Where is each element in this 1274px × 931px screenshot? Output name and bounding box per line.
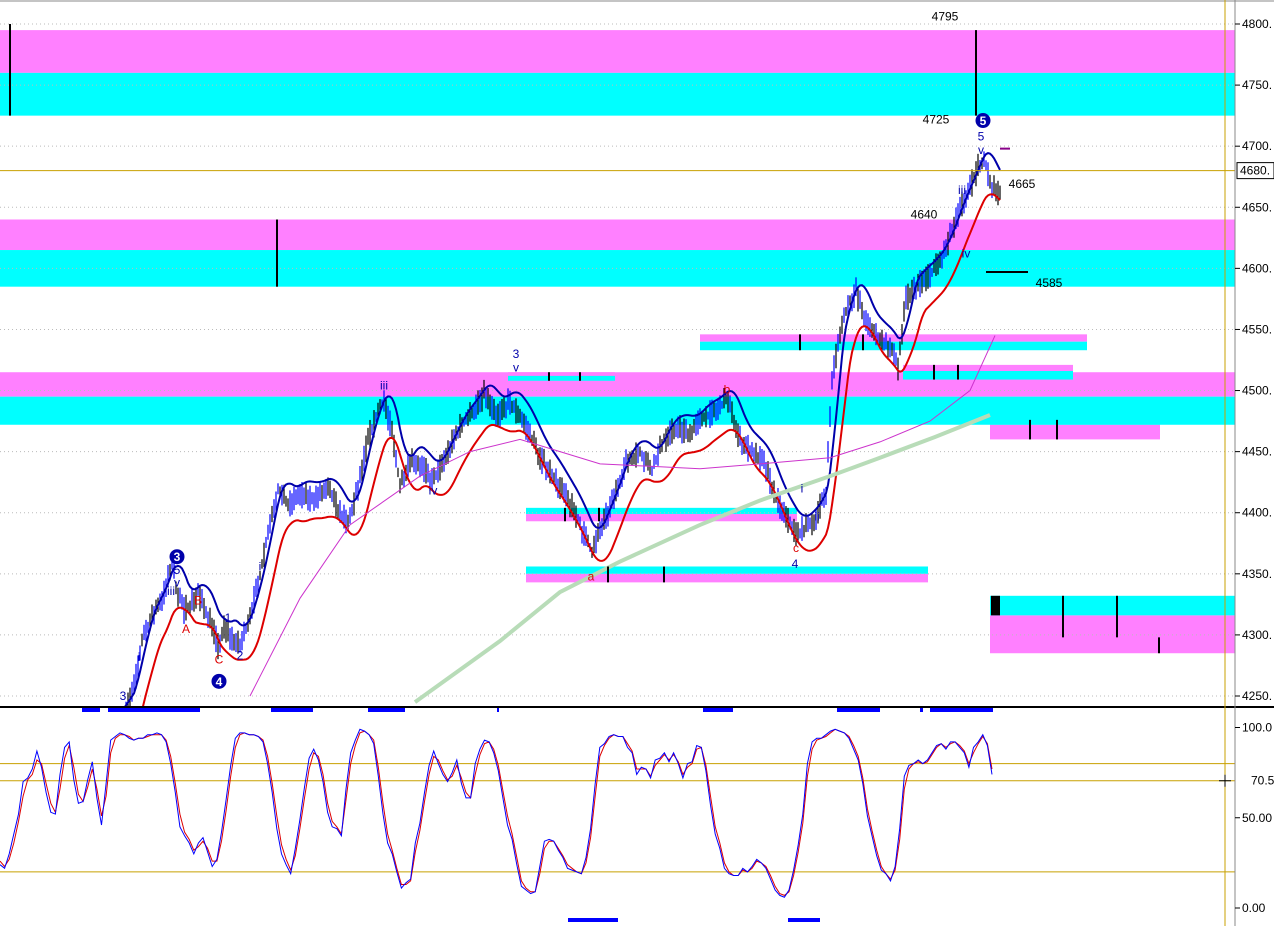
wave-label: ii bbox=[814, 509, 819, 523]
chart-svg: 4800.4750.4700.4650.4600.4550.4500.4450.… bbox=[0, 0, 1274, 926]
wave-label: iii bbox=[958, 183, 966, 197]
wave-label: iii bbox=[167, 584, 175, 598]
wave-label: 5 bbox=[980, 114, 987, 128]
price-tick-label: 4700. bbox=[1242, 139, 1272, 153]
zone-1-magenta bbox=[0, 219, 1235, 251]
price-annotation: 4795 bbox=[932, 10, 959, 24]
last-price-label: 4680. bbox=[1240, 164, 1270, 178]
price-annotation: 4585 bbox=[1036, 276, 1063, 290]
price-tick-label: 4600. bbox=[1242, 261, 1272, 275]
zone-0-magenta bbox=[0, 30, 1235, 73]
range-marker-block bbox=[991, 595, 1000, 616]
price-tick-label: 4450. bbox=[1242, 445, 1272, 459]
wave-label: 4 bbox=[216, 675, 223, 689]
zone-6-magenta bbox=[990, 424, 1160, 440]
price-tick-label: 4750. bbox=[1242, 78, 1272, 92]
price-tick-label: 4300. bbox=[1242, 628, 1272, 642]
price-tick-label: 4550. bbox=[1242, 322, 1272, 336]
wave-label: v bbox=[513, 360, 519, 374]
wave-label: C bbox=[215, 652, 224, 666]
osc-tick-label: 100.0 bbox=[1242, 721, 1272, 735]
price-annotation: 4640 bbox=[911, 208, 938, 222]
wave-label: c bbox=[793, 541, 799, 555]
wave-label: 4 bbox=[792, 557, 799, 571]
zone-9-cyan bbox=[990, 595, 1235, 616]
osc-tick-label: 0.00 bbox=[1242, 901, 1266, 915]
zone-0-cyan bbox=[0, 72, 1235, 116]
wave-label: 2 bbox=[237, 649, 244, 663]
wave-label: i bbox=[259, 559, 262, 573]
wave-label: iv bbox=[962, 247, 971, 261]
osc-current-label: 70.5 bbox=[1251, 774, 1274, 788]
zone-5-magenta bbox=[508, 372, 615, 376]
zone-6-cyan bbox=[990, 419, 1160, 425]
zone-5-cyan bbox=[508, 375, 615, 381]
wave-label: 3 bbox=[120, 689, 127, 703]
zone-3-magenta bbox=[700, 334, 1087, 342]
zone-4-magenta bbox=[903, 364, 1073, 371]
wave-label: 1 bbox=[225, 611, 232, 625]
wave-label: v bbox=[978, 143, 984, 157]
price-tick-label: 4650. bbox=[1242, 200, 1272, 214]
price-annotation: 4725 bbox=[923, 112, 950, 126]
wave-label: 3 bbox=[513, 347, 520, 361]
wave-label: 3 bbox=[174, 550, 181, 564]
wave-label: B bbox=[194, 594, 202, 608]
wave-label: A bbox=[182, 622, 190, 636]
wave-label: iv bbox=[429, 484, 438, 498]
wave-label: iii bbox=[380, 379, 388, 393]
price-tick-label: 4500. bbox=[1242, 384, 1272, 398]
chart: 4800. 4750. 4700. 4650. 4600. 4550. 4500. 4450.… bbox=[0, 0, 1274, 926]
wave-label: b bbox=[724, 382, 731, 396]
price-tick-label: 4250. bbox=[1242, 689, 1272, 703]
osc-tick-label: 50.00 bbox=[1242, 811, 1272, 825]
zone-4-cyan bbox=[903, 370, 1073, 380]
zone-9-magenta bbox=[990, 615, 1235, 654]
price-tick-label: 4350. bbox=[1242, 567, 1272, 581]
price-tick-label: 4800. bbox=[1242, 17, 1272, 31]
wave-label: i bbox=[138, 650, 141, 664]
price-annotation: 4665 bbox=[1009, 177, 1036, 191]
price-tick-label: 4400. bbox=[1242, 506, 1272, 520]
zone-8-cyan bbox=[526, 566, 928, 574]
wave-label: i bbox=[801, 481, 804, 495]
chart-background bbox=[0, 0, 1274, 926]
wave-label: 5 bbox=[978, 129, 985, 143]
wave-label: a bbox=[588, 569, 595, 583]
zone-7-magenta bbox=[526, 513, 797, 522]
